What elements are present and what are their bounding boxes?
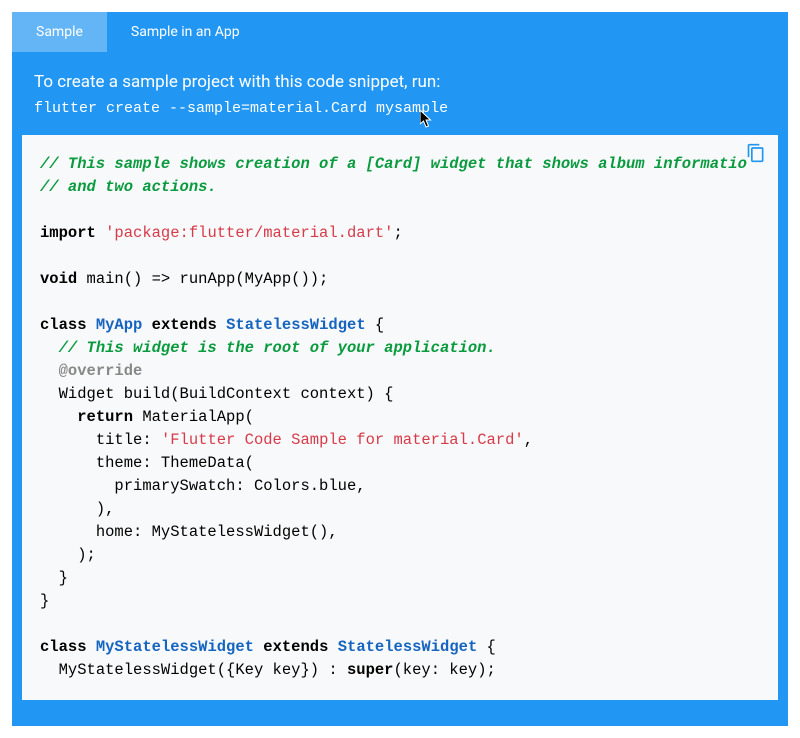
type-name: MyApp xyxy=(96,316,143,334)
command-text: flutter create --sample=material.Card my… xyxy=(12,96,788,135)
code-text: main() => runApp(MyApp()); xyxy=(77,270,328,288)
code-block: // This sample shows creation of a [Card… xyxy=(22,135,778,700)
keyword-return: return xyxy=(77,408,133,426)
copy-button[interactable] xyxy=(746,143,770,167)
description-text: To create a sample project with this cod… xyxy=(12,52,788,96)
keyword-class: class xyxy=(40,638,87,656)
code-text: , xyxy=(524,431,533,449)
code-text: Widget build(BuildContext context) { xyxy=(59,385,394,403)
snippet-panel: Sample Sample in an App To create a samp… xyxy=(12,12,788,726)
code-text: { xyxy=(477,638,496,656)
code-text: } xyxy=(40,592,49,610)
code-text: (key: key); xyxy=(393,661,495,679)
code-comment: // This widget is the root of your appli… xyxy=(59,339,496,357)
tab-sample-in-app[interactable]: Sample in an App xyxy=(107,12,264,52)
keyword-class: class xyxy=(40,316,87,334)
string-literal: 'package:flutter/material.dart' xyxy=(105,224,393,242)
code-text: { xyxy=(366,316,385,334)
tabs: Sample Sample in an App xyxy=(12,12,788,52)
code-comment: // and two actions. xyxy=(40,178,217,196)
type-name: StatelessWidget xyxy=(338,638,478,656)
code-text: MaterialApp( xyxy=(133,408,254,426)
code-text: } xyxy=(59,569,68,587)
code-text: home: MyStatelessWidget(), xyxy=(96,523,338,541)
type-name: MyStatelessWidget xyxy=(96,638,254,656)
clipboard-icon xyxy=(746,143,766,163)
keyword-super: super xyxy=(347,661,394,679)
code-text: ), xyxy=(96,500,115,518)
keyword-void: void xyxy=(40,270,77,288)
code-text: primarySwatch: Colors.blue, xyxy=(114,477,365,495)
keyword-extends: extends xyxy=(152,316,217,334)
type-name: StatelessWidget xyxy=(226,316,366,334)
code-text: title: xyxy=(96,431,161,449)
code-comment: // This sample shows creation of a [Card… xyxy=(40,155,747,173)
tab-sample[interactable]: Sample xyxy=(12,12,107,52)
code-text: MyStatelessWidget({Key key}) : xyxy=(59,661,347,679)
annotation: @override xyxy=(59,362,143,380)
string-literal: 'Flutter Code Sample for material.Card' xyxy=(161,431,524,449)
code-text: ); xyxy=(77,546,96,564)
code-text: theme: ThemeData( xyxy=(96,454,254,472)
keyword-extends: extends xyxy=(263,638,328,656)
code-content: // This sample shows creation of a [Card… xyxy=(40,153,760,682)
code-text: ; xyxy=(393,224,402,242)
keyword-import: import xyxy=(40,224,96,242)
